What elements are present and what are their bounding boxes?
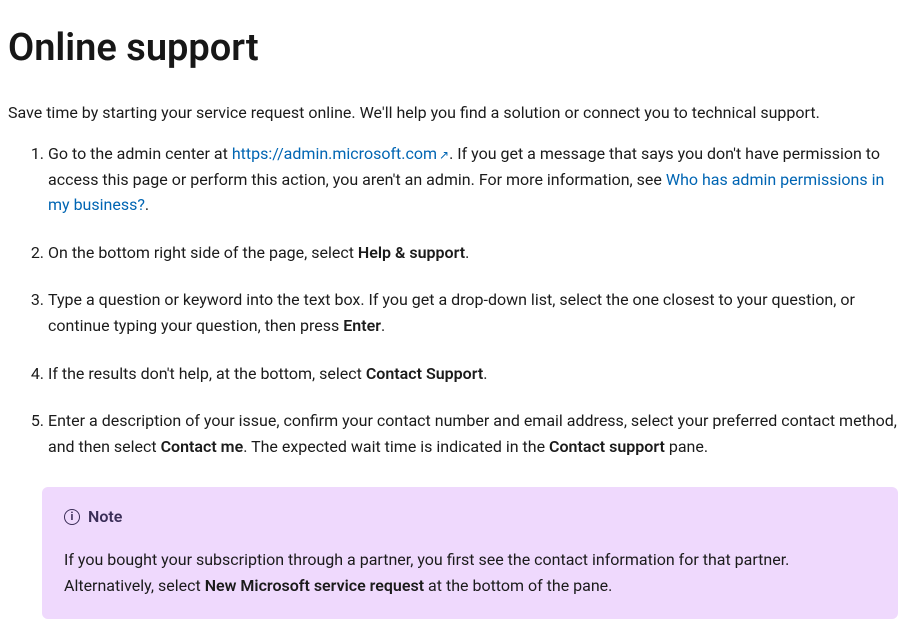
step-text: On the bottom right side of the page, se…: [48, 243, 358, 262]
note-label: Note: [88, 505, 122, 529]
list-item: If the results don't help, at the bottom…: [48, 361, 902, 387]
note-header: i Note: [64, 505, 876, 529]
note-text: at the bottom of the pane.: [424, 576, 612, 595]
list-item: Type a question or keyword into the text…: [48, 287, 902, 338]
bold-text: Contact me: [161, 437, 244, 456]
step-text: .: [145, 195, 149, 214]
note-callout: i Note If you bought your subscription t…: [42, 487, 898, 618]
note-body: If you bought your subscription through …: [64, 547, 876, 598]
step-text: .: [483, 364, 487, 383]
step-text: .: [381, 316, 385, 335]
external-link-icon: ↗: [439, 146, 449, 165]
step-text: Type a question or keyword into the text…: [48, 290, 855, 335]
step-text: Go to the admin center at: [48, 144, 232, 163]
list-item: Go to the admin center at https://admin.…: [48, 141, 902, 218]
info-icon: i: [64, 509, 80, 525]
step-text: If the results don't help, at the bottom…: [48, 364, 366, 383]
bold-text: New Microsoft service request: [205, 576, 424, 595]
page-title: Online support: [8, 20, 902, 77]
bold-text: Contact support: [549, 437, 665, 456]
step-text: pane.: [665, 437, 708, 456]
bold-text: Enter: [343, 316, 381, 335]
list-item: On the bottom right side of the page, se…: [48, 240, 902, 266]
bold-text: Contact Support: [366, 364, 483, 383]
steps-list: Go to the admin center at https://admin.…: [8, 141, 902, 459]
intro-text: Save time by starting your service reque…: [8, 101, 902, 125]
list-item: Enter a description of your issue, confi…: [48, 408, 902, 459]
step-text: .: [465, 243, 469, 262]
step-text: . The expected wait time is indicated in…: [243, 437, 549, 456]
bold-text: Help & support: [358, 243, 465, 262]
admin-center-link[interactable]: https://admin.microsoft.com↗: [232, 144, 449, 163]
